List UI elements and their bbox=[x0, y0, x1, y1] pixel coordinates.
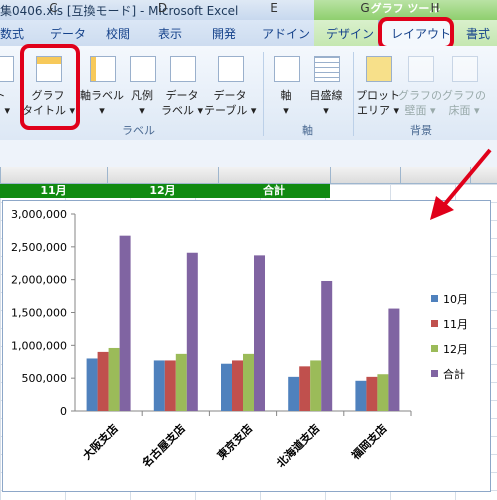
column-header-d[interactable]: D bbox=[107, 1, 218, 15]
column-header-c[interactable]: C bbox=[0, 1, 107, 15]
x-category-label: 福岡支店 bbox=[348, 421, 390, 463]
legend-swatch bbox=[431, 295, 438, 302]
3d-rotation-label: 3- bbox=[480, 88, 497, 103]
col-divider bbox=[330, 167, 331, 183]
bar bbox=[321, 280, 333, 411]
bar bbox=[377, 374, 389, 411]
bar bbox=[97, 351, 109, 411]
legend-label: 10月 bbox=[443, 293, 468, 306]
legend-swatch bbox=[431, 370, 438, 377]
y-tick-label: 2,500,000 bbox=[11, 241, 67, 254]
bar bbox=[243, 353, 254, 411]
bar bbox=[366, 376, 378, 411]
col-divider bbox=[0, 167, 1, 183]
tab-format[interactable]: 書式 bbox=[466, 25, 490, 42]
chart-floor-icon bbox=[452, 56, 478, 82]
bar bbox=[153, 360, 165, 411]
tab-formulas[interactable]: 数式 bbox=[0, 25, 24, 42]
legend-label: 合計 bbox=[443, 367, 465, 381]
bar bbox=[355, 380, 367, 411]
x-category-label: 東京支店 bbox=[214, 421, 255, 462]
bar bbox=[388, 308, 400, 411]
x-category-label: 北海道支店 bbox=[274, 421, 323, 470]
bar bbox=[232, 360, 243, 411]
tab-addins[interactable]: アドイン bbox=[262, 25, 310, 42]
bar bbox=[108, 347, 120, 411]
bar bbox=[119, 235, 131, 411]
legend-swatch bbox=[431, 320, 438, 327]
y-tick-label: 1,500,000 bbox=[11, 307, 67, 320]
chart-title-highlight bbox=[20, 44, 80, 130]
column-header-e[interactable]: E bbox=[218, 1, 330, 15]
legend-icon bbox=[130, 56, 156, 82]
bar bbox=[186, 252, 198, 411]
col-divider bbox=[107, 167, 108, 183]
plot-area-icon bbox=[366, 56, 392, 82]
bar bbox=[288, 376, 300, 411]
group-label-labels: ラベル bbox=[122, 124, 155, 137]
x-category-label: 大阪支店 bbox=[80, 421, 121, 462]
col-divider bbox=[400, 167, 401, 183]
x-category-label: 名古屋支店 bbox=[139, 421, 188, 470]
tab-view[interactable]: 表示 bbox=[158, 25, 182, 42]
gridlines-label: 目盛線 ▾ bbox=[309, 89, 343, 117]
bar bbox=[310, 360, 322, 411]
y-tick-label: 500,000 bbox=[22, 372, 68, 385]
y-tick-label: 2,000,000 bbox=[11, 274, 67, 287]
bar bbox=[254, 255, 265, 411]
bar bbox=[175, 353, 187, 411]
chart-area[interactable]: 3,000,000 2,500,000 2,000,000 1,500,000 1,00… bbox=[2, 200, 491, 492]
tab-design[interactable]: デザイン bbox=[326, 25, 374, 42]
annotation-arrow bbox=[430, 148, 492, 220]
y-tick-label: 3,000,000 bbox=[11, 208, 67, 221]
data-labels-label: データ ラベル ▾ bbox=[160, 89, 204, 117]
tab-developer[interactable]: 開発 bbox=[212, 25, 236, 42]
partial-icon bbox=[0, 56, 14, 82]
data-labels-icon bbox=[170, 56, 196, 82]
col-divider bbox=[218, 167, 219, 183]
column-header-g[interactable]: G bbox=[330, 1, 400, 15]
group-label-axes: 軸 bbox=[302, 124, 313, 137]
bar bbox=[164, 360, 176, 411]
bar bbox=[221, 363, 232, 411]
axis-titles-icon bbox=[90, 56, 116, 82]
y-tick-label: 1,000,000 bbox=[11, 339, 67, 352]
legend-label: 11月 bbox=[443, 318, 468, 331]
tab-review[interactable]: 校閲 bbox=[106, 25, 130, 42]
gridlines-icon bbox=[314, 56, 340, 82]
arrow-shaft bbox=[438, 148, 492, 212]
y-tick-label: 0 bbox=[60, 405, 67, 418]
tab-data[interactable]: データ bbox=[50, 25, 86, 42]
data-table-icon bbox=[218, 56, 244, 82]
cell-header-total[interactable]: 合計 bbox=[218, 184, 330, 198]
legend-label: 12月 bbox=[443, 343, 468, 356]
bar bbox=[299, 366, 311, 411]
column-header-h[interactable]: H bbox=[400, 1, 470, 15]
data-table-label: データ テーブル ▾ bbox=[204, 89, 257, 117]
chart-svg: 3,000,000 2,500,000 2,000,000 1,500,000 1,00… bbox=[11, 208, 468, 470]
axes-icon bbox=[274, 56, 300, 82]
cell-header-dec[interactable]: 12月 bbox=[107, 184, 218, 198]
cell-header-nov[interactable]: 11月 bbox=[0, 184, 107, 198]
legend-swatch bbox=[431, 345, 438, 352]
group-label-background: 背景 bbox=[410, 124, 432, 137]
bar bbox=[86, 358, 98, 411]
chart-wall-icon bbox=[408, 56, 434, 82]
